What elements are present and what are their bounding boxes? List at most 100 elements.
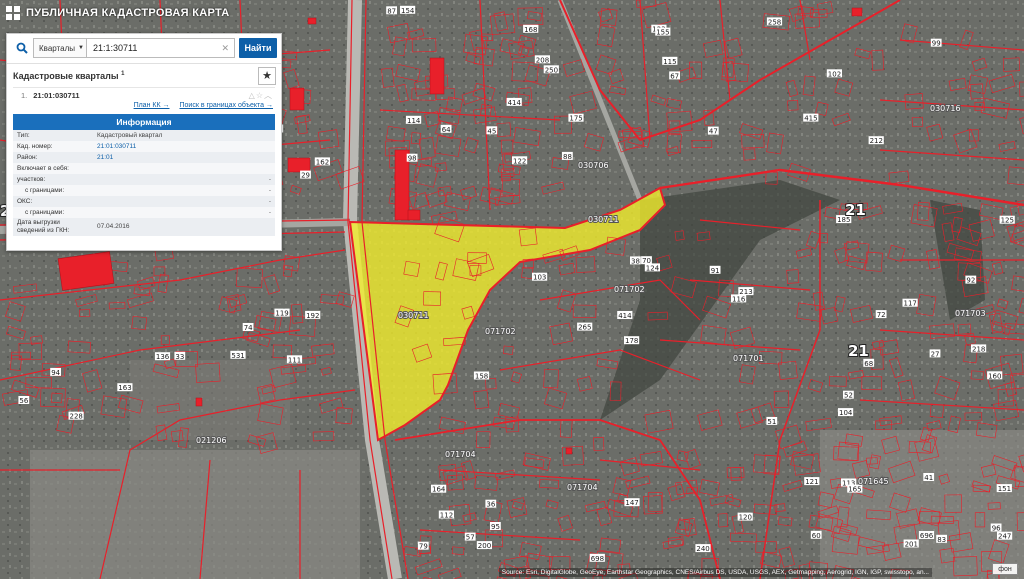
plan-kk-link[interactable]: План КК → [134, 102, 170, 113]
svg-text:531: 531 [231, 352, 244, 360]
parcel-number-label: 247 [997, 531, 1013, 541]
svg-text:696: 696 [920, 532, 934, 540]
svg-text:122: 122 [513, 157, 526, 165]
parcel-number-label: 125 [999, 215, 1015, 225]
svg-text:68: 68 [864, 360, 873, 368]
search-input[interactable]: 21:1:30711 ✕ [87, 38, 235, 58]
info-header: Информация [13, 114, 275, 130]
parcel-number-label: 158 [473, 371, 490, 381]
svg-text:228: 228 [70, 413, 83, 421]
app-header: ПУБЛИЧНАЯ КАДАСТРОВАЯ КАРТА [0, 0, 230, 26]
search-icon[interactable] [11, 37, 33, 59]
parcel-number-label: 160 [987, 371, 1003, 380]
parcel-number-label: 258 [766, 17, 783, 26]
parcel-number-label: 265 [577, 322, 593, 332]
parcel-number-label: 228 [68, 411, 84, 421]
warning-icon[interactable]: △ [249, 91, 256, 100]
parcel-number-label: 136 [154, 352, 171, 361]
parcel-number-label: 414 [617, 311, 633, 320]
field-area [30, 450, 360, 579]
svg-text:120: 120 [739, 514, 752, 522]
svg-text:151: 151 [998, 485, 1011, 493]
parcel-number-label: 91 [709, 265, 721, 275]
results-count: 1 [121, 70, 125, 77]
parcel-number-label: 70 [641, 256, 652, 265]
star-outline-icon[interactable]: ☆ [256, 91, 264, 100]
svg-text:79: 79 [419, 543, 428, 551]
parcel-number-label: 415 [803, 113, 819, 123]
svg-text:29: 29 [301, 172, 310, 180]
parcel-number-label: 83 [936, 534, 947, 544]
svg-text:121: 121 [805, 478, 818, 486]
search-button[interactable]: Найти [239, 38, 277, 58]
clear-icon[interactable]: ✕ [221, 43, 229, 54]
parcel-number-label: 36 [485, 499, 497, 509]
parcel-number-label: 218 [971, 344, 987, 353]
quarter-label: 030711 [588, 215, 619, 224]
svg-text:192: 192 [306, 312, 319, 320]
results-title: Кадастровые кварталы 1 [13, 70, 125, 81]
parcel-number-label: 112 [438, 510, 454, 520]
parcel-number-label: 74 [242, 323, 254, 332]
parcel-number-label: 38 [630, 256, 641, 265]
info-row: с границами: - [13, 185, 275, 196]
svg-text:116: 116 [732, 295, 746, 303]
svg-text:41: 41 [924, 474, 933, 482]
quarter-label: 071702 [614, 285, 645, 294]
svg-text:33: 33 [175, 353, 184, 361]
svg-text:103: 103 [533, 274, 546, 282]
svg-text:72: 72 [877, 311, 886, 319]
parcel-number-label: 164 [431, 484, 447, 494]
card-actions: △☆︿ [249, 90, 273, 101]
quarter-label: 071701 [733, 354, 764, 363]
parcel-number-label: 114 [406, 115, 422, 125]
svg-text:147: 147 [625, 499, 638, 507]
result-card[interactable]: 1. 21:01:030711 △☆︿ План КК → Поиск в гр… [13, 87, 275, 236]
svg-text:258: 258 [768, 18, 781, 26]
parcel-number-label: 213 [738, 287, 754, 296]
quarter-label: 071702 [485, 327, 516, 336]
info-table: Тип: Кадастровый квартал Кад. номер: 21:01… [13, 130, 275, 236]
svg-text:165: 165 [848, 486, 861, 494]
parcel-number-label: 33 [174, 351, 186, 361]
parcel-number-label: 79 [417, 541, 429, 551]
favorite-star-button[interactable]: ★ [258, 66, 276, 85]
svg-text:250: 250 [545, 66, 558, 74]
svg-text:265: 265 [578, 324, 591, 332]
svg-text:104: 104 [839, 409, 853, 417]
svg-text:164: 164 [432, 486, 446, 494]
result-cadastral-id[interactable]: 21:01:030711 [33, 91, 79, 100]
district-label: 21 [848, 342, 869, 360]
svg-text:698: 698 [591, 555, 604, 563]
parcel-number-label: 162 [314, 157, 330, 166]
svg-text:38: 38 [631, 257, 640, 265]
chevron-up-icon[interactable]: ︿ [264, 91, 273, 100]
basemap-toggle-button[interactable]: фон [992, 563, 1018, 575]
info-row: с границами: - [13, 207, 275, 218]
svg-text:102: 102 [828, 70, 841, 78]
parcel-number-label: 29 [300, 170, 311, 180]
svg-text:92: 92 [966, 277, 975, 285]
parcel-number-label: 240 [695, 544, 711, 553]
field-area [130, 360, 290, 440]
parcel-number-label: 201 [903, 539, 919, 549]
svg-text:98: 98 [408, 155, 417, 163]
svg-text:96: 96 [992, 525, 1001, 533]
search-type-select[interactable]: Кварталы ▼ [33, 38, 87, 58]
svg-text:124: 124 [646, 264, 660, 272]
info-row: Включает в себя: [13, 163, 275, 174]
result-index: 1. [21, 90, 28, 100]
parcel-number-label: 175 [568, 113, 584, 123]
parcel-number-label: 414 [506, 97, 522, 107]
svg-text:27: 27 [931, 350, 940, 358]
svg-text:51: 51 [767, 418, 776, 426]
app-title: ПУБЛИЧНАЯ КАДАСТРОВАЯ КАРТА [26, 7, 230, 19]
svg-text:212: 212 [870, 137, 883, 145]
svg-text:213: 213 [739, 288, 752, 296]
svg-text:99: 99 [932, 40, 941, 48]
info-row: Тип: Кадастровый квартал [13, 130, 275, 141]
svg-text:88: 88 [563, 153, 572, 161]
search-within-link[interactable]: Поиск в границах объекта → [179, 102, 273, 113]
parcel-number-label: 95 [490, 522, 501, 531]
parcel-number-label: 151 [996, 484, 1012, 493]
